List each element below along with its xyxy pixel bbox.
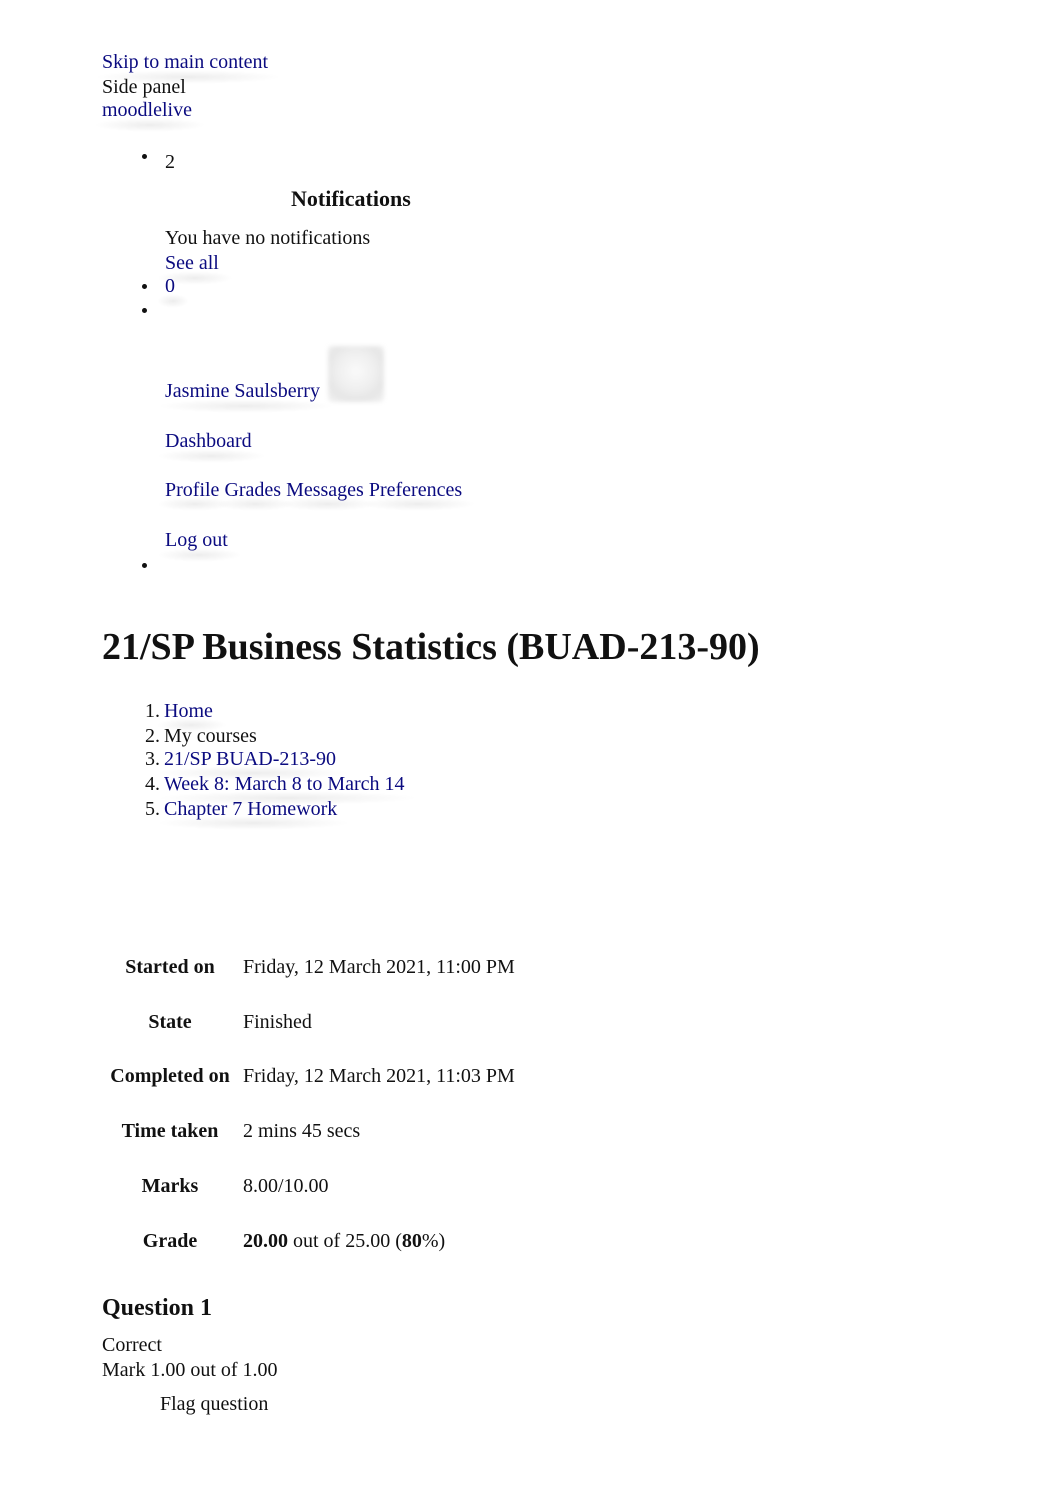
list-bullet <box>142 284 147 289</box>
grade-percent: 80 <box>401 1230 422 1252</box>
message-count-link[interactable]: 0 <box>157 274 189 308</box>
list-bullet <box>142 308 147 313</box>
question-mark: Mark 1.00 out of 1.00 <box>102 1359 278 1381</box>
summary-value-state: Finished <box>243 1011 312 1033</box>
summary-value-grade: 20.00 out of 25.00 (80%) <box>243 1230 446 1252</box>
list-bullet <box>142 154 147 159</box>
breadcrumb-course-link[interactable]: 21/SP BUAD-213-90 <box>164 748 336 770</box>
logout-link[interactable]: Log out <box>157 528 242 562</box>
see-all-notifications-link[interactable]: See all <box>157 251 233 285</box>
grade-score: 20.00 <box>243 1230 288 1252</box>
skip-to-main-content-link[interactable]: Skip to main content <box>93 50 283 84</box>
breadcrumb-item: 4. Week 8: March 8 to March 14 <box>145 773 405 795</box>
breadcrumb-week-link[interactable]: Week 8: March 8 to March 14 <box>164 773 405 795</box>
breadcrumb-item: 5. Chapter 7 Homework <box>145 798 338 820</box>
breadcrumb-item: 3. 21/SP BUAD-213-90 <box>145 748 337 770</box>
dashboard-link[interactable]: Dashboard <box>157 429 266 463</box>
notification-count[interactable]: 2 <box>165 150 175 174</box>
breadcrumb-item: 1. Home <box>145 700 213 722</box>
breadcrumb-item: 2. My courses <box>145 725 257 747</box>
site-name-link[interactable]: moodlelive <box>94 98 206 132</box>
summary-value-time-taken: 2 mins 45 secs <box>243 1120 361 1142</box>
summary-label-state: State <box>148 1011 192 1033</box>
summary-label-grade: Grade <box>142 1230 198 1252</box>
summary-label-time-taken: Time taken <box>121 1120 219 1142</box>
user-avatar[interactable] <box>328 346 384 402</box>
profile-link[interactable]: Profile <box>165 479 219 501</box>
summary-value-started-on: Friday, 12 March 2021, 11:00 PM <box>243 956 515 978</box>
user-name-link[interactable]: Jasmine Saulsberry <box>157 379 334 413</box>
flag-question-button[interactable]: Flag question <box>160 1392 268 1416</box>
summary-label-completed-on: Completed on <box>110 1065 230 1087</box>
side-panel-label[interactable]: Side panel <box>102 75 186 99</box>
user-menu-links: Profile Grades Messages Preferences <box>165 478 462 502</box>
grades-link[interactable]: Grades <box>224 479 281 501</box>
question-status: Correct <box>102 1334 162 1356</box>
summary-value-marks: 8.00/10.00 <box>243 1175 329 1197</box>
breadcrumb-homework-link[interactable]: Chapter 7 Homework <box>164 798 337 820</box>
summary-label-started-on: Started on <box>125 956 215 978</box>
list-bullet <box>142 563 147 568</box>
summary-value-completed-on: Friday, 12 March 2021, 11:03 PM <box>243 1065 515 1087</box>
breadcrumb-my-courses: My courses <box>164 725 257 747</box>
question-heading: Question 1 <box>102 1295 213 1321</box>
messages-link[interactable]: Messages <box>286 479 364 501</box>
page-title: 21/SP Business Statistics (BUAD-213-90) <box>102 626 760 668</box>
summary-label-marks: Marks <box>141 1175 199 1197</box>
preferences-link[interactable]: Preferences <box>369 479 462 501</box>
notifications-empty-text: You have no notifications <box>165 227 371 249</box>
breadcrumb-home-link[interactable]: Home <box>164 700 213 722</box>
notifications-heading: Notifications <box>291 186 411 211</box>
